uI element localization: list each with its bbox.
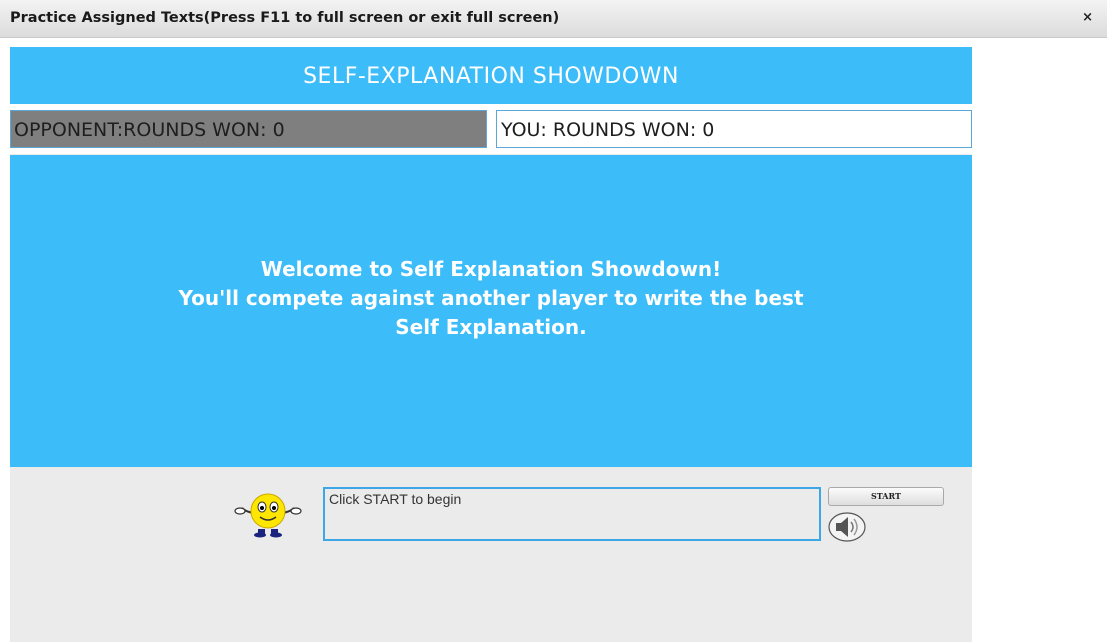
- welcome-message: Welcome to Self Explanation Showdown! Yo…: [10, 255, 972, 342]
- game-title: SELF-EXPLANATION SHOWDOWN: [10, 47, 972, 104]
- player-score: YOU: ROUNDS WON: 0: [496, 110, 972, 148]
- game-stage: Welcome to Self Explanation Showdown! Yo…: [10, 155, 972, 467]
- smiley-agent-icon: [232, 487, 304, 539]
- message-box: Click START to begin: [323, 487, 821, 541]
- welcome-line-2: You'll compete against another player to…: [178, 286, 804, 310]
- control-area: Click START to begin START: [10, 467, 972, 642]
- close-icon[interactable]: ×: [1082, 10, 1093, 25]
- window-title: Practice Assigned Texts(Press F11 to ful…: [10, 10, 560, 26]
- welcome-line-1: Welcome to Self Explanation Showdown!: [260, 257, 722, 281]
- speaker-icon[interactable]: [827, 511, 867, 543]
- window-titlebar: Practice Assigned Texts(Press F11 to ful…: [0, 0, 1107, 38]
- game-panel: SELF-EXPLANATION SHOWDOWN OPPONENT:ROUND…: [10, 47, 972, 642]
- opponent-score: OPPONENT:ROUNDS WON: 0: [10, 110, 487, 148]
- welcome-line-3: Self Explanation.: [395, 315, 587, 339]
- score-bar: OPPONENT:ROUNDS WON: 0 YOU: ROUNDS WON: …: [10, 104, 972, 154]
- start-button[interactable]: START: [828, 487, 944, 506]
